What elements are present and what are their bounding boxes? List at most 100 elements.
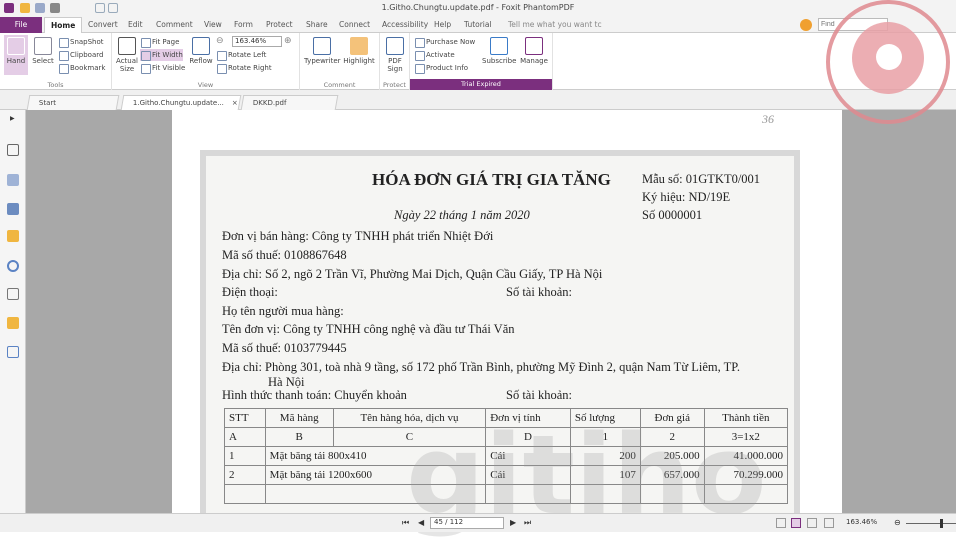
tools-group: Hand Select SnapShot Clipboard Bookmark … <box>0 33 112 90</box>
facing-icon[interactable] <box>807 518 817 528</box>
fit-width-button[interactable]: Fit Width <box>140 49 183 61</box>
protect-group-label: Protect <box>383 81 406 89</box>
rotate-right-button[interactable]: Rotate Right <box>216 62 272 74</box>
buyer-address: Địa chỉ: Phòng 301, toà nhà 9 tầng, số 1… <box>222 360 740 374</box>
page-thumbnails-icon[interactable] <box>7 144 19 156</box>
tab-edit[interactable]: Edit <box>122 17 149 33</box>
highlight-label: Highlight <box>343 57 375 65</box>
tab-comment[interactable]: Comment <box>150 17 199 33</box>
hand-button[interactable]: Hand <box>4 35 28 75</box>
buyer-name: Họ tên người mua hàng: <box>222 304 344 318</box>
buyer-account: Số tài khoản: <box>506 388 572 402</box>
zoom-select[interactable]: 163.46% <box>232 36 282 47</box>
phone: Điện thoại: <box>222 285 278 299</box>
tab-protect[interactable]: Protect <box>260 17 299 33</box>
form-number: Mẫu số: 01GTKT0/001 <box>642 172 761 186</box>
first-page-button[interactable]: ⏮ <box>402 518 409 528</box>
typewriter-button[interactable]: Typewriter <box>304 35 341 65</box>
zoom-slider[interactable] <box>906 523 956 524</box>
bookmark-button[interactable]: Bookmark <box>58 62 105 74</box>
manage-button[interactable]: Manage <box>518 35 550 65</box>
highlight-button[interactable]: Highlight <box>342 35 376 65</box>
document-view[interactable]: 36 HÓA ĐƠN GIÁ TRỊ GIA TĂNG Mẫu số: 01GT… <box>26 110 956 539</box>
tab-connect[interactable]: Connect <box>333 17 376 33</box>
status-bar: ⏮ ◀ 45 / 112 ▶ ⏭ 163.46% ⊖ <box>0 513 956 532</box>
ribbon: Hand Select SnapShot Clipboard Bookmark … <box>0 33 956 90</box>
page-mark: 36 <box>762 112 774 126</box>
header-cell: Mã hàng <box>264 408 334 428</box>
tab-tutorial[interactable]: Tutorial <box>458 17 498 33</box>
clipboard-button[interactable]: Clipboard <box>58 49 103 61</box>
zoom-level: 163.46% <box>846 518 878 526</box>
tab-convert[interactable]: Convert <box>82 17 124 33</box>
invoice-number: Số 0000001 <box>642 208 703 222</box>
cell-stt: 2 <box>224 465 266 485</box>
sign-icon[interactable] <box>7 346 19 358</box>
signature-icon[interactable] <box>7 288 19 300</box>
tab-dkkd[interactable]: DKKD.pdf <box>240 95 339 110</box>
activate-button[interactable]: Activate <box>414 49 455 61</box>
subscribe-button[interactable]: Subscribe <box>482 35 516 65</box>
continuous-facing-icon[interactable] <box>824 518 834 528</box>
zoom-value: 163.46% <box>235 37 267 45</box>
fit-visible-button[interactable]: Fit Visible <box>140 62 185 74</box>
prev-page-button[interactable]: ◀ <box>418 518 424 527</box>
comments-icon[interactable] <box>7 230 19 242</box>
tab-start-label: Start <box>38 99 57 107</box>
zoom-out-button[interactable]: ⊖ <box>894 518 901 527</box>
comment-group-label: Comment <box>323 81 356 89</box>
window-title: 1.Githo.Chungtu.update.pdf - Foxit Phant… <box>381 3 575 12</box>
tab-home[interactable]: Home <box>44 17 83 33</box>
tab-start[interactable]: Start <box>26 95 120 110</box>
buyer-tax: Mã số thuế: 0103779445 <box>222 341 347 355</box>
snapshot-button[interactable]: SnapShot <box>58 36 104 48</box>
manage-label: Manage <box>520 57 548 65</box>
page-number-input[interactable]: 45 / 112 <box>430 517 504 529</box>
invoice-scan: HÓA ĐƠN GIÁ TRỊ GIA TĂNG Mẫu số: 01GTKT0… <box>200 150 800 539</box>
tell-me-search[interactable]: Tell me what you want tc <box>502 17 608 33</box>
security-icon[interactable] <box>7 317 19 329</box>
seller-account: Số tài khoản: <box>506 285 572 299</box>
tab-current-doc[interactable]: 1.Githo.Chungtu.update... × <box>120 95 242 110</box>
tab-form[interactable]: Form <box>228 17 259 33</box>
single-page-icon[interactable] <box>776 518 786 528</box>
pages-icon[interactable] <box>7 174 19 186</box>
pdf-sign-button[interactable]: PDF Sign <box>382 35 408 73</box>
close-tab-icon[interactable]: × <box>232 96 238 110</box>
page-number: 45 / 112 <box>434 518 464 526</box>
reflow-icon <box>192 37 210 55</box>
reflow-button[interactable]: Reflow <box>188 35 214 65</box>
tab-view[interactable]: View <box>198 17 228 33</box>
product-info-button[interactable]: Product Info <box>414 62 468 74</box>
subscribe-label: Subscribe <box>482 57 517 65</box>
layers-icon[interactable] <box>7 203 19 215</box>
tab-help[interactable]: Help <box>428 17 457 33</box>
continuous-page-icon[interactable] <box>791 518 801 528</box>
trial-group: Purchase Now Activate Product Info Subsc… <box>410 33 553 90</box>
fit-page-button[interactable]: Fit Page <box>140 36 179 48</box>
purchase-now-button[interactable]: Purchase Now <box>414 36 475 48</box>
ribbon-tabs: File Home Convert Edit Comment View Form… <box>0 17 956 33</box>
tab-share[interactable]: Share <box>300 17 334 33</box>
expand-panel-icon[interactable]: ▶ <box>10 115 15 122</box>
tab-accessibility[interactable]: Accessibility <box>376 17 434 33</box>
actual-size-button[interactable]: Actual Size <box>115 35 139 73</box>
tab-current-label: 1.Githo.Chungtu.update... <box>132 99 224 107</box>
view-group-label: View <box>197 81 214 89</box>
tab-file[interactable]: File <box>0 17 42 33</box>
zoom-in-icon[interactable]: ⊕ <box>284 36 292 46</box>
next-page-button[interactable]: ▶ <box>510 518 516 527</box>
attachment-icon[interactable] <box>7 260 19 272</box>
typewriter-icon <box>313 37 331 55</box>
rotate-left-button[interactable]: Rotate Left <box>216 49 266 61</box>
last-page-button[interactable]: ⏭ <box>524 518 531 528</box>
tips-icon[interactable] <box>800 19 812 31</box>
cell-stt: 1 <box>224 446 266 466</box>
zoom-out-icon[interactable]: ⊖ <box>216 36 228 47</box>
zoom-slider-thumb[interactable] <box>940 519 943 528</box>
cart-icon <box>490 37 508 55</box>
select-button[interactable]: Select <box>30 35 56 65</box>
typewriter-label: Typewriter <box>304 57 341 65</box>
seller-address: Địa chỉ: Số 2, ngõ 2 Trần Vĩ, Phường Mai… <box>222 267 603 281</box>
navigation-panel: ▶ <box>0 110 26 513</box>
